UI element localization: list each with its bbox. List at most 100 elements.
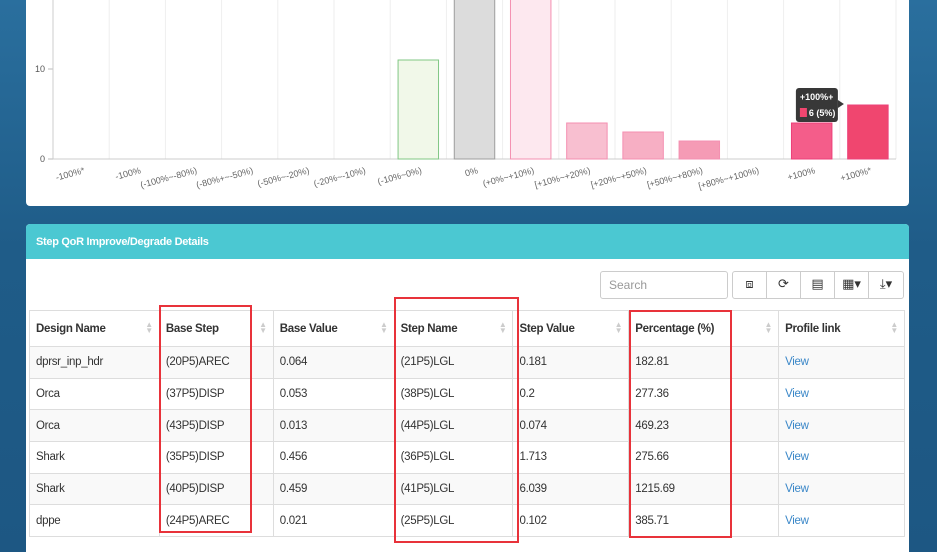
sort-icon: ▲ ▼ [890,320,898,335]
cell-base-step: (24P5)AREC [158,504,274,538]
x-tick-label: 0% [464,165,479,178]
cell-percentage: 469.23 [628,409,780,443]
sort-icon: ▲ ▼ [764,320,773,335]
cell-profile-link: View [778,472,905,506]
cell-profile-link: View [778,504,905,538]
cell-base-step: (40P5)DISP [158,472,274,506]
sort-icon: ▲ ▼ [379,320,388,335]
cell-profile-link: View [778,441,905,474]
tooltip-swatch [799,108,807,117]
bar-8 [509,0,552,160]
cell-base-value: 0.456 [272,441,395,474]
cell-percentage: 182.81 [628,346,780,379]
step-details-table: Design Name ▲ ▼ Base Step ▲ ▼ Base Value ▲ ▼ Step… [29,310,905,538]
cell-step-value: 6.039 [512,472,630,506]
table-row: dppe (24P5)AREC 0.021 (25P5)LGL 0.102 385.71 V… [29,504,905,538]
cell-design-name: Shark [29,441,160,474]
table-row: Orca (43P5)DISP 0.013 (44P5)LGL 0.074 469.23 V… [29,409,905,443]
column-header-base-step[interactable]: Base Step ▲ ▼ [158,310,274,347]
column-header-design-name[interactable]: Design Name ▲ ▼ [29,310,160,347]
cell-step-name: (21P5)LGL [393,346,514,379]
cell-base-step: (20P5)AREC [158,346,274,379]
column-header-base-value[interactable]: Base Value ▲ ▼ [272,310,395,347]
download-dropdown-button[interactable]: ⤓▾ [868,271,904,299]
x-tick-label: +100%* [839,165,873,183]
cell-percentage: 1215.69 [628,472,780,506]
search-input[interactable] [600,271,728,299]
table-row: dprsr_inp_hdr (20P5)AREC 0.064 (21P5)LGL 0.1… [29,346,905,379]
panel-title: Step QoR Improve/Degrade Details [26,224,909,259]
toggle-view-button[interactable]: ⧈ [732,271,767,299]
profile-view-link[interactable]: View [785,356,809,368]
profile-view-link[interactable]: View [785,483,809,495]
tooltip-value: 6 (5%) [809,108,836,118]
export-doc-button[interactable]: ▤ [800,271,835,299]
x-tick-label: -100% [114,165,142,181]
x-tick-label: (+0%~+10%) [482,165,536,188]
bar-10 [622,131,664,160]
cell-step-name: (36P5)LGL [393,441,514,474]
cell-design-name: Orca [29,377,160,411]
x-tick-label: (-80%+~-50%) [195,165,254,190]
qor-distribution-chart: 010-100%* -100%(-100%~-80%)(-80%+~-50%) (-… [35,0,897,191]
column-header-step-name[interactable]: Step Name ▲ ▼ [393,310,514,347]
column-header-percentage[interactable]: Percentage (%) ▲ ▼ [628,310,780,347]
cell-base-value: 0.053 [272,377,395,411]
cell-step-name: (44P5)LGL [393,409,514,443]
x-tick-label: [+50%~+80%) [646,165,704,189]
cell-step-value: 1.713 [512,441,630,474]
x-tick-label: (-100%~-80%) [139,165,198,190]
tooltip-title: +100%+ [800,92,834,102]
step-qor-details-panel: Step QoR Improve/Degrade Details ⧈ ⟳ ▤ ▦… [26,224,909,552]
column-header-label: Step Name [400,322,458,335]
column-header-label: Base Value [279,322,338,335]
cell-profile-link: View [778,409,905,443]
y-tick-label: 10 [35,64,45,74]
cell-step-value: 0.181 [512,346,630,379]
cell-base-step: (43P5)DISP [158,409,274,443]
table-row: Shark (35P5)DISP 0.456 (36P5)LGL 1.713 275.66… [29,441,905,474]
tooltip-pointer [837,100,844,108]
column-header-label: Percentage (%) [635,322,715,335]
column-header-label: Design Name [36,322,106,335]
cell-step-name: (25P5)LGL [393,504,514,538]
refresh-button[interactable]: ⟳ [766,271,801,299]
cell-base-value: 0.021 [272,504,395,538]
profile-view-link[interactable]: View [785,515,809,527]
cell-base-step: (35P5)DISP [158,441,274,474]
x-tick-label: +100% [786,165,816,182]
cell-design-name: Orca [29,409,160,443]
x-tick-label: (-50%~-20%) [256,165,310,188]
table-row: Orca (37P5)DISP 0.053 (38P5)LGL 0.2 277.36 Vie… [29,377,905,411]
cell-base-step: (37P5)DISP [158,377,274,411]
table-toolbar: ⧈ ⟳ ▤ ▦▾ ⤓▾ [26,271,909,299]
cell-percentage: 275.66 [628,441,780,474]
bar-9 [566,122,608,160]
cell-step-value: 0.2 [512,377,630,411]
cell-step-name: (38P5)LGL [393,377,514,411]
cell-base-value: 0.459 [272,472,395,506]
x-tick-label: [+10%~+20%) [533,165,591,189]
table-row: Shark (40P5)DISP 0.459 (41P5)LGL 6.039 1215.6… [29,472,905,506]
x-tick-label: (-10%~0%) [376,165,422,186]
column-header-profile-link[interactable]: Profile link ▲ ▼ [778,310,905,347]
cell-design-name: dprsr_inp_hdr [29,346,160,379]
x-tick-label: [+20%~+50%) [590,165,648,189]
bar-7 [453,0,496,160]
x-tick-label: -100%* [55,165,87,182]
cell-profile-link: View [778,346,905,379]
profile-view-link[interactable]: View [785,388,809,400]
x-tick-label: (-20%~-10%) [313,165,367,188]
cell-base-value: 0.013 [272,409,395,443]
bar-13 [790,122,833,160]
sort-icon: ▲ ▼ [259,320,267,335]
columns-dropdown-button[interactable]: ▦▾ [834,271,869,299]
column-header-label: Step Value [519,322,575,335]
profile-view-link[interactable]: View [785,420,809,432]
qor-distribution-chart-card: 0 10 -100%* -100% (-100%~-80%) (-80%+~-50%) (-… [26,0,909,206]
sort-icon: ▲ ▼ [614,320,623,335]
cell-profile-link: View [778,377,905,411]
sort-icon: ▲ ▼ [145,320,153,335]
column-header-step-value[interactable]: Step Value ▲ ▼ [512,310,630,347]
profile-view-link[interactable]: View [785,451,809,463]
